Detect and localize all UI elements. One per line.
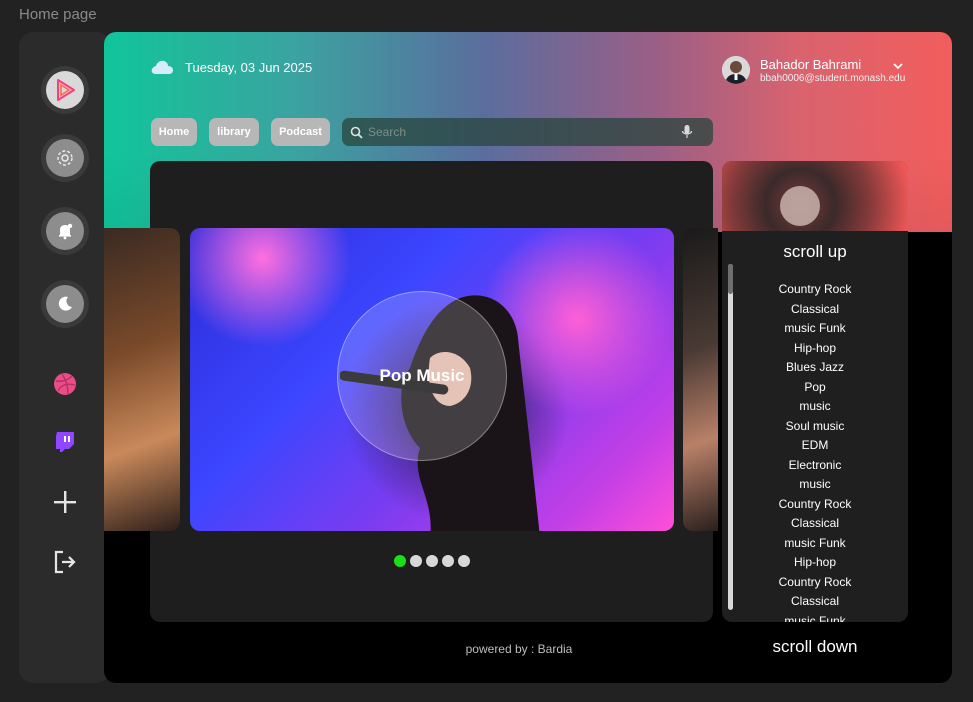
footer-credit: powered by : Bardia bbox=[465, 642, 573, 656]
main-content: Tuesday, 03 Jun 2025 Bahador Bahrami bba… bbox=[104, 32, 952, 683]
avatar[interactable] bbox=[722, 56, 750, 84]
play-logo-icon bbox=[46, 71, 84, 109]
dribbble-icon[interactable] bbox=[49, 368, 81, 400]
carousel-card-title: Pop Music bbox=[379, 366, 465, 385]
genre-item[interactable]: EDM bbox=[722, 436, 908, 456]
genre-item[interactable]: Classical bbox=[722, 514, 908, 534]
app-logo-button[interactable] bbox=[41, 66, 89, 114]
carousel-card-next[interactable] bbox=[683, 228, 718, 531]
plus-icon[interactable] bbox=[49, 486, 81, 518]
genre-item[interactable]: Electronic bbox=[722, 456, 908, 476]
carousel-dot[interactable] bbox=[458, 555, 470, 567]
tab-podcast[interactable]: Podcast bbox=[271, 118, 330, 146]
genre-item[interactable]: Soul music bbox=[722, 417, 908, 437]
moon-icon bbox=[46, 285, 84, 323]
sidebar bbox=[19, 32, 110, 683]
carousel-dot[interactable] bbox=[394, 555, 406, 567]
settings-button[interactable] bbox=[41, 134, 89, 182]
genre-item[interactable]: Country Rock bbox=[722, 280, 908, 300]
notifications-button[interactable] bbox=[41, 207, 89, 255]
genre-item[interactable]: music Funk bbox=[722, 612, 908, 623]
carousel-indicators bbox=[394, 555, 470, 567]
genre-item[interactable]: music bbox=[722, 475, 908, 495]
user-name: Bahador Bahrami bbox=[760, 57, 862, 72]
chevron-down-icon[interactable] bbox=[892, 58, 904, 76]
scroll-up-button[interactable]: scroll up bbox=[722, 242, 908, 262]
tab-library[interactable]: library bbox=[209, 118, 259, 146]
vinyl-disc-icon bbox=[780, 186, 820, 226]
genre-item[interactable]: Hip-hop bbox=[722, 553, 908, 573]
carousel-dot[interactable] bbox=[410, 555, 422, 567]
carousel-dot[interactable] bbox=[426, 555, 438, 567]
genre-item[interactable]: music bbox=[722, 397, 908, 417]
gear-icon bbox=[46, 139, 84, 177]
genre-item[interactable]: Hip-hop bbox=[722, 339, 908, 359]
search-input[interactable] bbox=[368, 118, 668, 146]
genre-item[interactable]: music Funk bbox=[722, 319, 908, 339]
carousel-card-previous[interactable] bbox=[104, 228, 180, 531]
bell-icon bbox=[46, 212, 84, 250]
genre-item[interactable]: music Funk bbox=[722, 534, 908, 554]
search-bar bbox=[342, 118, 713, 146]
microphone-icon[interactable] bbox=[681, 124, 693, 145]
logout-icon[interactable] bbox=[49, 546, 81, 578]
genre-list: Country Rock Classical music Funk Hip-ho… bbox=[722, 280, 908, 622]
current-date: Tuesday, 03 Jun 2025 bbox=[185, 60, 313, 75]
tab-home[interactable]: Home bbox=[151, 118, 197, 146]
cloud-icon bbox=[150, 59, 174, 80]
carousel-dot[interactable] bbox=[442, 555, 454, 567]
dark-mode-button[interactable] bbox=[41, 280, 89, 328]
twitch-icon[interactable] bbox=[49, 426, 81, 458]
page-label: Home page bbox=[19, 6, 97, 23]
genre-item[interactable]: Country Rock bbox=[722, 495, 908, 515]
genre-item[interactable]: Pop bbox=[722, 378, 908, 398]
genre-item[interactable]: Classical bbox=[722, 300, 908, 320]
genre-item[interactable]: Blues Jazz bbox=[722, 358, 908, 378]
genre-item[interactable]: Country Rock bbox=[722, 573, 908, 593]
search-icon bbox=[350, 126, 363, 144]
genre-item[interactable]: Classical bbox=[722, 592, 908, 612]
user-email: bbah0006@student.monash.edu bbox=[760, 73, 906, 84]
